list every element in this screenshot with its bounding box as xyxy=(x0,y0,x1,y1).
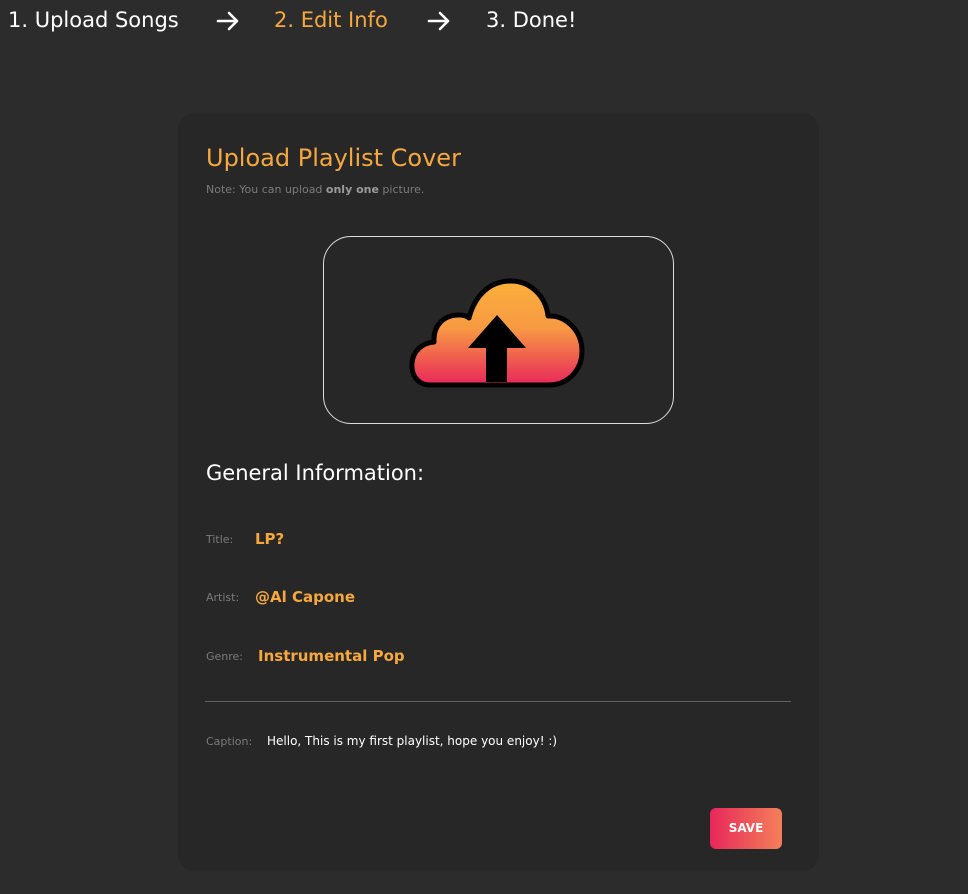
caption-value[interactable]: Hello, This is my first playlist, hope y… xyxy=(267,733,557,749)
step-edit-info: 2. Edit Info xyxy=(274,8,388,32)
genre-value[interactable]: Instrumental Pop xyxy=(258,646,405,666)
cloud-upload-icon xyxy=(409,278,585,388)
title-label: Title: xyxy=(206,533,234,546)
step-upload-songs: 1. Upload Songs xyxy=(8,8,179,32)
general-info-heading: General Information: xyxy=(206,461,425,485)
edit-info-card: Upload Playlist Cover Note: You can uplo… xyxy=(178,113,819,871)
upload-cover-title: Upload Playlist Cover xyxy=(206,144,461,172)
caption-label: Caption: xyxy=(206,735,253,748)
arrow-right-icon xyxy=(427,11,450,31)
genre-label: Genre: xyxy=(206,650,244,663)
cover-upload-dropzone[interactable] xyxy=(323,236,674,424)
upload-note: Note: You can upload only one picture. xyxy=(206,183,425,196)
arrow-right-icon xyxy=(216,11,239,31)
step-done: 3. Done! xyxy=(486,8,577,32)
save-button[interactable]: SAVE xyxy=(710,808,782,849)
title-value[interactable]: LP? xyxy=(255,529,284,549)
artist-label: Artist: xyxy=(206,591,240,604)
divider xyxy=(205,701,791,702)
stepper: 1. Upload Songs 2. Edit Info 3. Done! xyxy=(0,0,968,44)
artist-value[interactable]: @Al Capone xyxy=(255,587,355,607)
